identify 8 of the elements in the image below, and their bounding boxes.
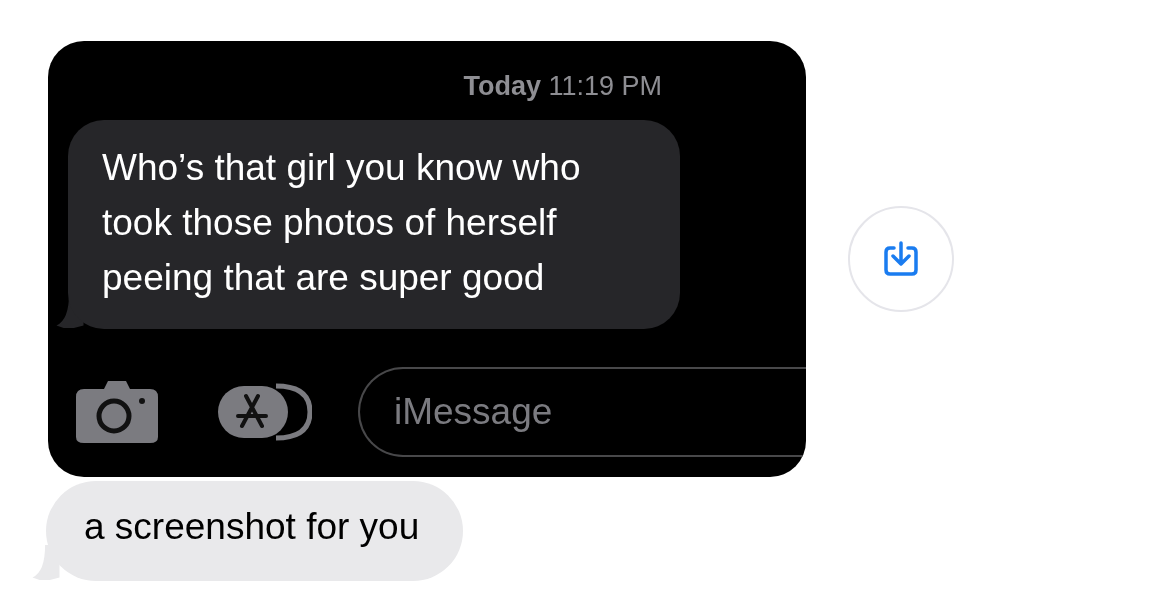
shared-screenshot[interactable]: Today 11:19 PM Who’s that girl you know who took those photos of herself peeing that are super good iMessage <box>48 41 806 477</box>
message-input-field[interactable]: iMessage <box>358 367 806 457</box>
camera-icon[interactable] <box>76 381 158 443</box>
download-icon <box>881 239 921 279</box>
app-store-icon[interactable] <box>216 382 312 442</box>
message-bubble: Who’s that girl you know who took those photos of herself peeing that are super good <box>68 120 680 329</box>
timestamp: Today 11:19 PM <box>462 71 663 102</box>
message-bubble: a screenshot for you <box>46 481 464 581</box>
